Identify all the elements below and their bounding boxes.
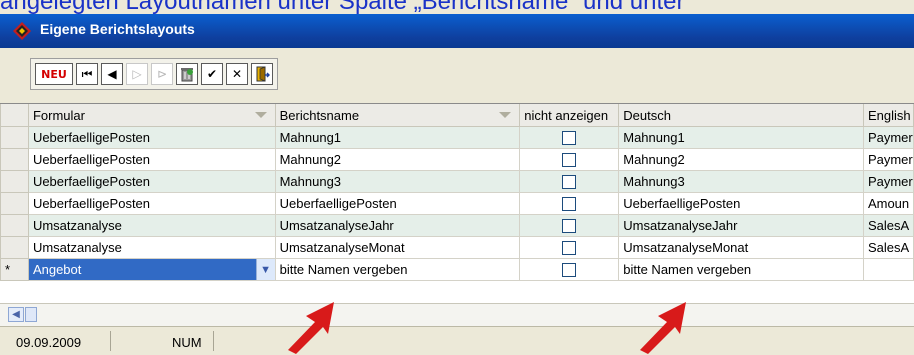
status-divider [110,331,111,351]
chevron-down-icon[interactable]: ▼ [255,259,275,280]
exit-door-button[interactable] [251,63,273,85]
new-button[interactable]: NEU [35,63,73,85]
cell-english[interactable] [862,258,914,281]
cell-deutsch[interactable]: Mahnung3 [618,170,864,193]
cell-berichtsname[interactable]: UmsatzanalyseJahr [274,214,521,237]
last-record-button[interactable]: ⊳ [151,63,173,85]
cell-formular[interactable]: UeberfaelligePosten [27,126,276,149]
horizontal-scrollbar[interactable]: ◀ [0,303,914,326]
formular-combobox[interactable]: Angebot ▼ [27,258,276,281]
cell-english[interactable]: Amoun [862,192,914,215]
cell-deutsch[interactable]: Mahnung2 [618,148,864,171]
status-divider [213,331,214,351]
next-record-button[interactable]: ▷ [126,63,148,85]
grid-table: Formular Berichtsname nicht anzeigen Deu… [0,104,914,281]
window-title: Eigene Berichtslayouts [40,21,195,37]
cell-nicht-anzeigen [519,126,620,149]
window-title-bar[interactable]: Eigene Berichtslayouts [0,14,914,48]
cell-formular[interactable]: UeberfaelligePosten [27,148,276,171]
num-lock-indicator: NUM [172,335,202,350]
exit-door-icon [256,66,270,82]
trash-icon [181,68,193,82]
previous-record-button[interactable]: ◀ [101,63,123,85]
row-selector[interactable] [0,236,29,259]
cell-nicht-anzeigen [519,192,620,215]
scroll-left-icon[interactable]: ◀ [8,307,24,322]
row-selector[interactable] [0,126,29,149]
scroll-thumb[interactable] [25,307,37,322]
cell-berichtsname[interactable]: bitte Namen vergeben [274,258,521,281]
cell-english[interactable]: SalesA [862,236,914,259]
column-header-formular[interactable]: Formular [27,104,276,127]
cell-english[interactable]: SalesA [862,214,914,237]
annotation-arrow-icon [640,302,686,354]
cell-formular[interactable]: Umsatzanalyse [27,214,276,237]
cell-nicht-anzeigen [519,148,620,171]
cell-nicht-anzeigen [519,214,620,237]
column-header-nicht-anzeigen[interactable]: nicht anzeigen [519,104,620,127]
hide-checkbox[interactable] [562,197,577,212]
hide-checkbox[interactable] [562,153,577,168]
cell-formular[interactable]: UeberfaelligePosten [27,192,276,215]
cell-berichtsname[interactable]: Mahnung2 [274,148,521,171]
cell-deutsch[interactable]: UeberfaelligePosten [618,192,864,215]
cell-deutsch[interactable]: UmsatzanalyseJahr [618,214,864,237]
cell-berichtsname[interactable]: UeberfaelligePosten [274,192,521,215]
toolbar-button-group: NEU ⏮ ◀ ▷ ⊳ ✔ ✕ [30,58,278,90]
row-selector[interactable] [0,192,29,215]
cell-english[interactable]: Paymer [862,170,914,193]
top-caption-text: angelegten Layoutnamen unter Spalte „Ber… [0,0,685,14]
filter-dropdown-icon[interactable] [254,112,267,118]
cell-english[interactable]: Paymer [862,126,914,149]
hide-checkbox[interactable] [562,241,577,256]
cell-english[interactable]: Paymer [862,148,914,171]
cell-formular[interactable]: UeberfaelligePosten [27,170,276,193]
cell-nicht-anzeigen [519,170,620,193]
column-header-deutsch[interactable]: Deutsch [618,104,864,127]
row-selector[interactable] [0,170,29,193]
status-date: 09.09.2009 [16,335,82,350]
cell-deutsch[interactable]: UmsatzanalyseMonat [618,236,864,259]
cell-berichtsname[interactable]: Mahnung3 [274,170,521,193]
new-record-row[interactable]: * Angebot ▼ bitte Namen vergeben bitte Na… [0,258,914,281]
status-bar: 09.09.2009 NUM [0,326,914,355]
annotation-arrow-icon [288,302,334,354]
new-row-marker: * [0,258,29,281]
column-header-berichtsname[interactable]: Berichtsname [274,104,521,127]
cell-formular[interactable]: Umsatzanalyse [27,236,276,259]
table-row[interactable]: UeberfaelligePosten Mahnung3 Mahnung3 Pa… [0,170,914,193]
hide-checkbox[interactable] [562,263,577,278]
grid-header-row: Formular Berichtsname nicht anzeigen Deu… [0,104,914,127]
cell-nicht-anzeigen [519,258,620,281]
hide-checkbox[interactable] [562,131,577,146]
hide-checkbox[interactable] [562,175,577,190]
toolbar: NEU ⏮ ◀ ▷ ⊳ ✔ ✕ [0,48,914,96]
app-icon [13,22,31,40]
table-row[interactable]: UeberfaelligePosten Mahnung1 Mahnung1 Pa… [0,126,914,149]
table-row[interactable]: UeberfaelligePosten UeberfaelligePosten … [0,192,914,215]
save-check-button[interactable]: ✔ [201,63,223,85]
table-row[interactable]: Umsatzanalyse UmsatzanalyseMonat Umsatza… [0,236,914,259]
row-selector[interactable] [0,148,29,171]
cell-nicht-anzeigen [519,236,620,259]
data-grid: Formular Berichtsname nicht anzeigen Deu… [0,103,914,304]
table-row[interactable]: UeberfaelligePosten Mahnung2 Mahnung2 Pa… [0,148,914,171]
row-selector-header[interactable] [0,104,29,127]
cell-deutsch[interactable]: Mahnung1 [618,126,864,149]
cell-deutsch[interactable]: bitte Namen vergeben [618,258,864,281]
first-record-button[interactable]: ⏮ [76,63,98,85]
column-header-english[interactable]: English [862,104,914,127]
filter-dropdown-icon[interactable] [499,112,512,118]
cell-berichtsname[interactable]: Mahnung1 [274,126,521,149]
delete-trash-button[interactable] [176,63,198,85]
cell-berichtsname[interactable]: UmsatzanalyseMonat [274,236,521,259]
hide-checkbox[interactable] [562,219,577,234]
row-selector[interactable] [0,214,29,237]
cancel-x-button[interactable]: ✕ [226,63,248,85]
table-row[interactable]: Umsatzanalyse UmsatzanalyseJahr Umsatzan… [0,214,914,237]
